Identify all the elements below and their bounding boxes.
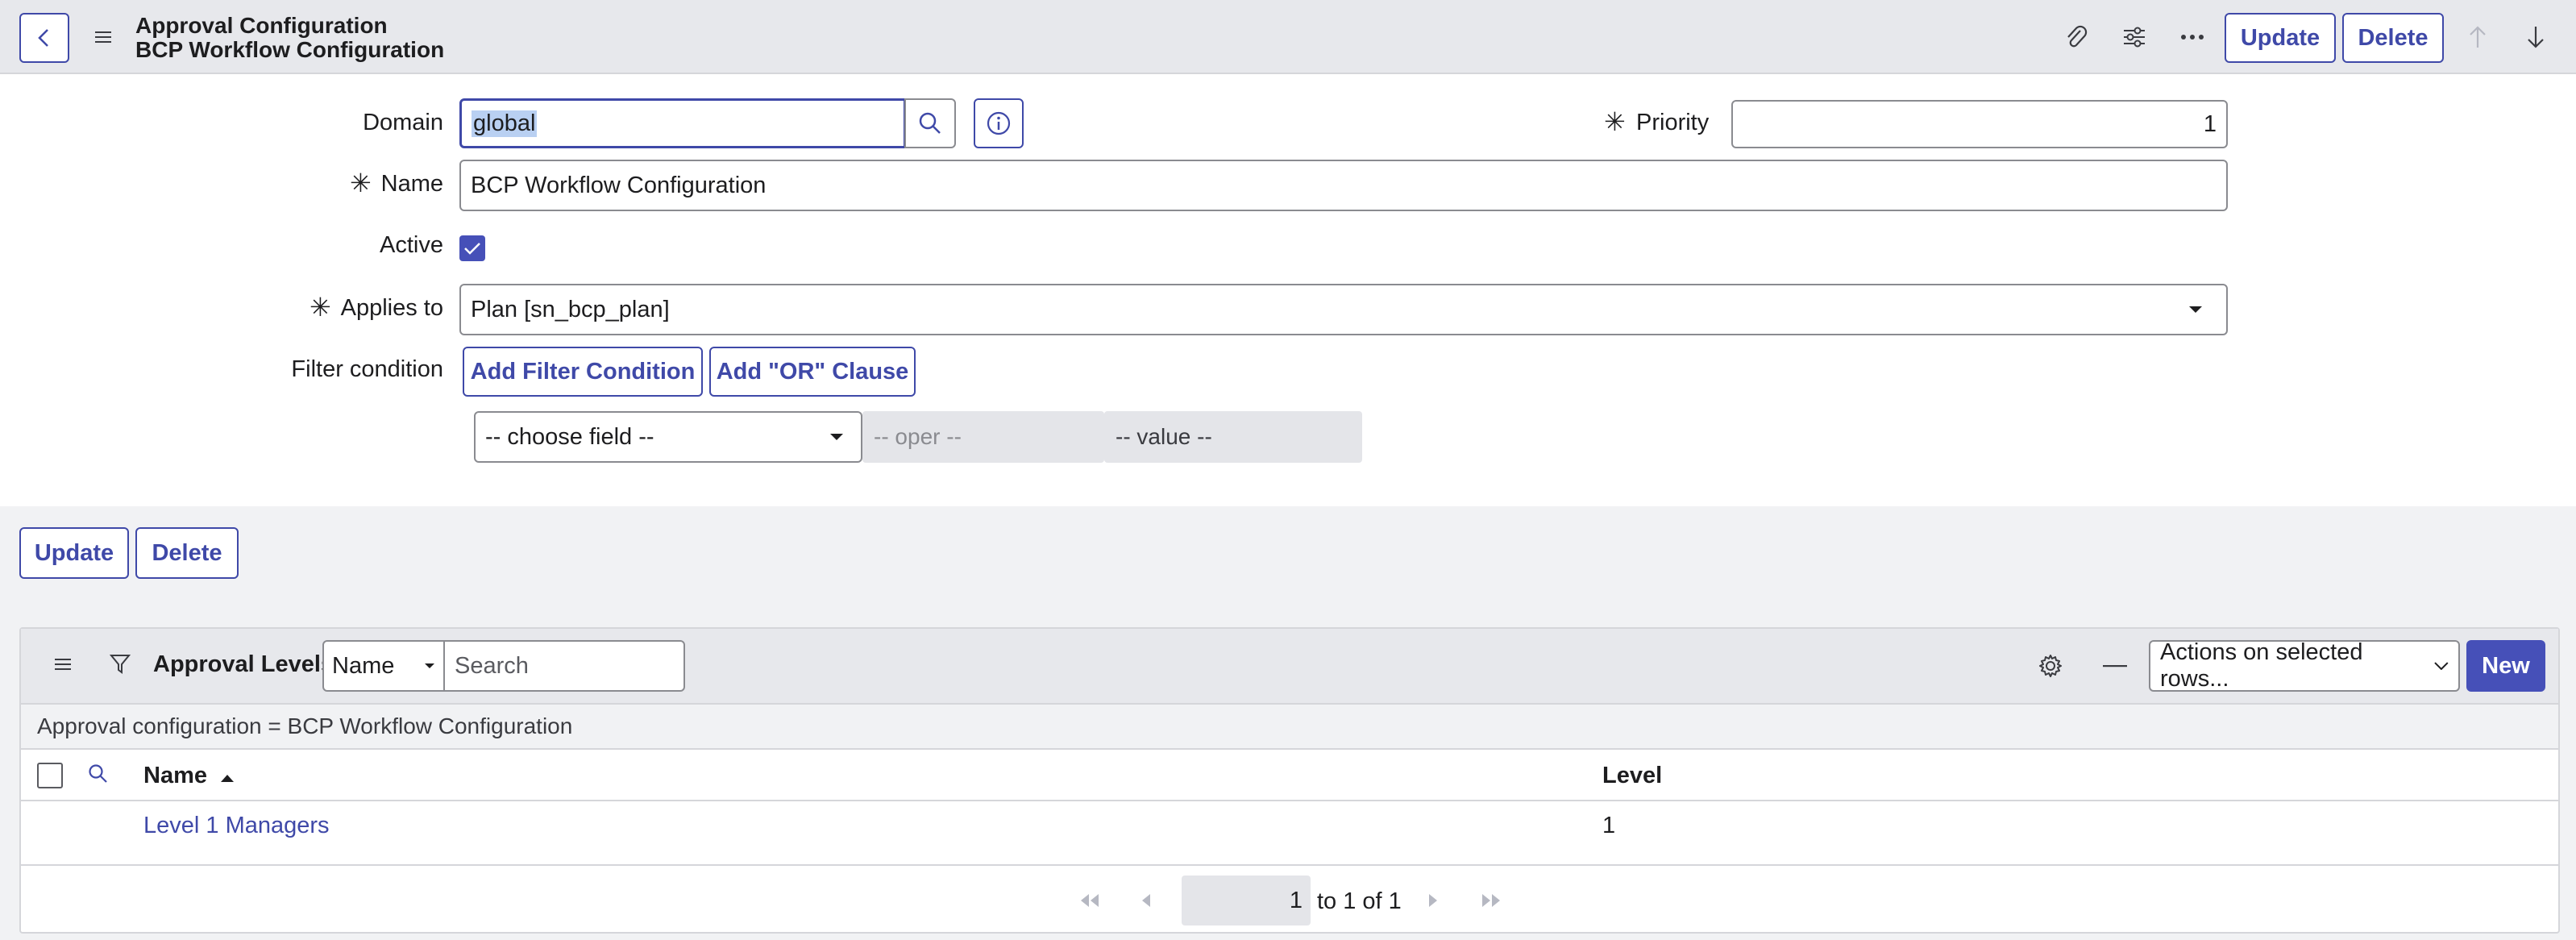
last-page-icon[interactable] — [1480, 892, 1502, 914]
gear-icon[interactable] — [2036, 651, 2065, 680]
row-level-value: 1 — [1602, 813, 1616, 838]
filter-condition-label: Filter condition — [291, 356, 443, 382]
domain-field[interactable]: global — [459, 98, 906, 148]
value-field[interactable]: -- value -- — [1104, 411, 1362, 463]
next-page-icon[interactable] — [1427, 892, 1440, 914]
header-delete-button[interactable]: Delete — [2342, 13, 2444, 63]
list-title: Approval Levels — [153, 651, 334, 677]
column-search-icon[interactable] — [85, 761, 111, 787]
collapse-icon[interactable] — [2100, 651, 2129, 680]
list-search-input[interactable]: Search — [443, 640, 685, 692]
sort-ascending-icon — [221, 775, 235, 782]
more-options-icon[interactable] — [2178, 23, 2207, 52]
active-checkbox[interactable] — [459, 235, 485, 261]
search-icon — [919, 112, 941, 134]
chevron-left-icon — [38, 29, 48, 47]
priority-field[interactable]: 1 — [1731, 100, 2228, 148]
domain-info-button[interactable] — [974, 98, 1024, 148]
page-number-input[interactable]: 1 — [1182, 876, 1311, 925]
list-menu-icon[interactable] — [50, 651, 76, 677]
first-page-icon[interactable] — [1078, 892, 1101, 914]
header-update-button[interactable]: Update — [2225, 13, 2336, 63]
form-header: Approval Configuration BCP Workflow Conf… — [0, 0, 2576, 74]
applies-to-required-icon: ✳ — [310, 293, 331, 322]
menu-icon[interactable] — [90, 24, 116, 50]
applies-to-value: Plan [sn_bcp_plan] — [471, 296, 670, 322]
list-breadcrumb[interactable]: Approval configuration = BCP Workflow Co… — [21, 703, 2558, 750]
filter-icon[interactable] — [106, 650, 134, 677]
applies-to-label: Applies to — [340, 295, 443, 321]
domain-lookup-button[interactable] — [904, 98, 956, 148]
name-value: BCP Workflow Configuration — [471, 172, 767, 198]
list-toolbar: Approval Levels Name Search Actions on s… — [21, 629, 2558, 703]
priority-label: Priority — [1636, 110, 1710, 135]
page-number: 1 — [1289, 887, 1303, 913]
bottom-delete-button[interactable]: Delete — [135, 527, 239, 579]
column-header-level[interactable]: Level — [1602, 763, 1662, 789]
choose-field-value: -- choose field -- — [485, 423, 654, 450]
header-title: Approval Configuration — [135, 13, 388, 38]
arrow-down-icon[interactable] — [2521, 23, 2550, 52]
header-divider — [21, 800, 2558, 801]
active-label: Active — [380, 232, 443, 258]
row-divider — [21, 864, 2558, 866]
settings-sliders-icon[interactable] — [2120, 23, 2149, 52]
paperclip-icon[interactable] — [2062, 23, 2091, 52]
column-header-name[interactable]: Name — [143, 763, 235, 789]
bottom-update-button[interactable]: Update — [19, 527, 129, 579]
breadcrumb-text: Approval configuration = BCP Workflow Co… — [37, 713, 573, 738]
column-name-label: Name — [143, 763, 207, 788]
applies-to-select[interactable]: Plan [sn_bcp_plan] — [459, 284, 2228, 335]
name-required-icon: ✳ — [350, 168, 372, 198]
header-subtitle: BCP Workflow Configuration — [135, 37, 445, 62]
select-all-checkbox[interactable] — [37, 763, 63, 788]
actions-value: Actions on selected rows... — [2160, 639, 2363, 692]
record-form: Domain global ✳ Priority 1 ✳ Name BCP Wo… — [0, 74, 2576, 506]
actions-select[interactable]: Actions on selected rows... — [2149, 639, 2460, 692]
priority-required-icon: ✳ — [1604, 107, 1626, 136]
domain-label: Domain — [363, 110, 443, 135]
chevron-down-icon — [2434, 662, 2449, 670]
add-filter-condition-button[interactable]: Add Filter Condition — [463, 347, 703, 397]
caret-down-icon — [830, 434, 843, 440]
choose-field-select[interactable]: -- choose field -- — [474, 411, 862, 463]
caret-down-icon — [2189, 306, 2202, 313]
priority-value: 1 — [2203, 110, 2217, 137]
back-button[interactable] — [19, 13, 69, 63]
row-name-link[interactable]: Level 1 Managers — [143, 813, 330, 839]
previous-page-icon[interactable] — [1140, 892, 1153, 914]
operator-select[interactable]: -- oper -- — [862, 411, 1104, 463]
pager-summary: to 1 of 1 — [1317, 888, 1402, 914]
search-field-value: Name — [332, 652, 395, 679]
new-button[interactable]: New — [2466, 640, 2545, 692]
add-or-clause-button[interactable]: Add "OR" Clause — [709, 347, 916, 397]
domain-value: global — [472, 110, 538, 137]
approval-levels-list: Approval Levels Name Search Actions on s… — [19, 627, 2560, 934]
search-field-select[interactable]: Name — [322, 640, 445, 692]
info-icon — [987, 111, 1011, 135]
search-placeholder: Search — [455, 652, 529, 679]
checkmark-icon — [464, 243, 480, 255]
name-field[interactable]: BCP Workflow Configuration — [459, 160, 2228, 211]
arrow-up-icon[interactable] — [2463, 23, 2492, 52]
name-label: Name — [380, 171, 443, 197]
caret-down-icon — [425, 663, 434, 668]
